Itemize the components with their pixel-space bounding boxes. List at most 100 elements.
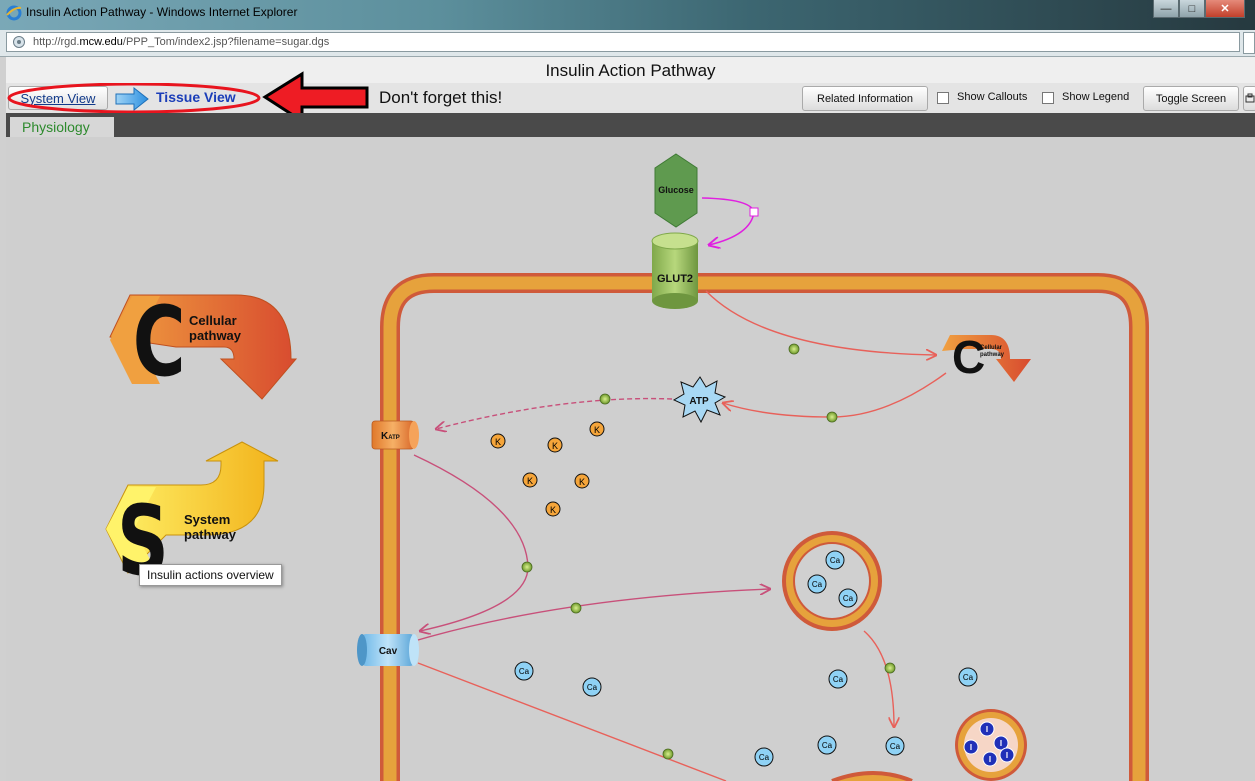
store-to-granule-arrow: [863, 630, 894, 727]
tab-physiology[interactable]: Physiology: [10, 117, 114, 137]
maximize-button[interactable]: □: [1179, 0, 1205, 18]
potassium-ion: K: [547, 437, 563, 453]
svg-text:K: K: [527, 476, 533, 486]
related-information-button[interactable]: Related Information: [802, 86, 928, 111]
tab-bar: Physiology: [6, 113, 1255, 137]
svg-text:Ca: Ca: [822, 741, 833, 750]
svg-text:K: K: [594, 425, 600, 435]
window-titlebar: Insulin Action Pathway - Windows Interne…: [0, 0, 1255, 30]
svg-text:K: K: [550, 505, 556, 515]
cellular-letter: C: [133, 287, 186, 399]
potassium-ion: K: [490, 433, 506, 449]
cav-to-exocytosis-arrow: [417, 662, 727, 781]
address-url: http://rgd.mcw.edu/PPP_Tom/index2.jsp?fi…: [33, 36, 330, 48]
transport-node: [749, 207, 759, 217]
cellular-pathway-link[interactable]: C Cellular pathway: [109, 287, 298, 400]
katp-channel[interactable]: KATP: [371, 420, 419, 450]
metabolism-to-atp-arrow: [723, 372, 947, 418]
minimize-button[interactable]: —: [1153, 0, 1179, 18]
cellular-pathway-small-link[interactable]: C Cellular pathway: [942, 331, 1031, 383]
svg-text:Ca: Ca: [812, 580, 823, 589]
address-bar: http://rgd.mcw.edu/PPP_Tom/index2.jsp?fi…: [0, 30, 1255, 57]
annotation-note: Don't forget this!: [379, 88, 503, 107]
calcium-ion: Ca: [958, 667, 978, 687]
calcium-ion: Ca: [838, 588, 858, 608]
cellular-small-label-line1: Cellular: [980, 345, 1003, 351]
connector-bead: [788, 343, 800, 355]
cellular-small-label-line2: pathway: [980, 352, 1005, 358]
potassium-ion: K: [545, 501, 561, 517]
calcium-ion: Ca: [582, 677, 602, 697]
calcium-ion: Ca: [754, 747, 774, 767]
glut2-transporter[interactable]: GLUT2: [651, 232, 699, 309]
connector-bead: [599, 393, 611, 405]
potassium-ion: K: [574, 473, 590, 489]
insulin-granule[interactable]: I I I I I: [955, 709, 1027, 781]
atp-to-katp-arrow: [436, 397, 673, 429]
close-button[interactable]: ✕: [1205, 0, 1245, 18]
calcium-ion: Ca: [885, 736, 905, 756]
connector-bead: [884, 662, 896, 674]
pathway-canvas: C Cellular pathway S System pathway Gluc…: [6, 137, 1255, 781]
svg-text:K: K: [495, 437, 501, 447]
cav-label: Cav: [379, 646, 398, 657]
tooltip: Insulin actions overview: [139, 564, 282, 586]
potassium-ions: K K K K K K: [490, 421, 605, 517]
cellular-label-line1: Cellular: [189, 313, 237, 328]
cell-membrane: [380, 273, 1149, 781]
print-button[interactable]: [1243, 86, 1255, 111]
connector-bead: [662, 748, 674, 760]
ie-icon: [6, 5, 22, 21]
show-legend-checkbox[interactable]: [1042, 92, 1054, 104]
cellular-label-line2: pathway: [189, 328, 242, 343]
show-callouts-checkbox[interactable]: [937, 92, 949, 104]
calcium-ion: Ca: [825, 550, 845, 570]
calcium-store[interactable]: Ca Ca Ca: [782, 531, 882, 631]
show-callouts-label: Show Callouts: [957, 91, 1028, 103]
insulin-molecule: I: [963, 739, 979, 755]
print-icon: [1245, 93, 1255, 102]
svg-text:Ca: Ca: [833, 675, 844, 684]
connector-bead: [570, 602, 582, 614]
connector-bead: [521, 561, 533, 573]
atp-node[interactable]: ATP: [672, 376, 727, 424]
glucose-transport-arrow: [701, 197, 755, 245]
calcium-ions: Ca Ca Ca Ca Ca Ca Ca: [514, 661, 978, 767]
svg-text:K: K: [552, 441, 558, 451]
calcium-ion: Ca: [807, 574, 827, 594]
address-side-button[interactable]: [1243, 32, 1255, 54]
svg-text:I: I: [989, 755, 991, 764]
svg-text:Ca: Ca: [890, 742, 901, 751]
glucose-label: Glucose: [658, 185, 694, 195]
glucose-to-metabolism-arrow: [705, 290, 936, 355]
potassium-ion: K: [522, 472, 538, 488]
system-label-line2: pathway: [184, 527, 237, 542]
annotation-ellipse: [7, 83, 261, 114]
calcium-ion: Ca: [817, 735, 837, 755]
window-title: Insulin Action Pathway - Windows Interne…: [26, 5, 298, 19]
pathway-diagram: C Cellular pathway S System pathway Gluc…: [105, 153, 1149, 781]
insulin-molecule: I: [979, 721, 995, 737]
app-header: Insulin Action Pathway: [6, 57, 1255, 84]
calcium-ion: Ca: [828, 669, 848, 689]
cav-to-store-arrow: [417, 589, 770, 641]
potassium-ion: K: [589, 421, 605, 437]
svg-text:Ca: Ca: [963, 673, 974, 682]
page-title: Insulin Action Pathway: [545, 61, 716, 80]
insulin-molecule: I: [982, 751, 998, 767]
svg-text:Ca: Ca: [587, 683, 598, 692]
address-field[interactable]: http://rgd.mcw.edu/PPP_Tom/index2.jsp?fi…: [6, 32, 1240, 52]
cav-channel[interactable]: Cav: [357, 634, 419, 666]
toolbar: System View Tissue View Don't forget thi…: [6, 71, 1255, 123]
svg-text:K: K: [579, 477, 585, 487]
svg-text:I: I: [970, 743, 972, 752]
glut2-label: GLUT2: [657, 273, 693, 285]
page-icon: [13, 36, 25, 48]
svg-text:I: I: [1000, 739, 1002, 748]
svg-text:Ca: Ca: [519, 667, 530, 676]
svg-text:I: I: [986, 725, 988, 734]
connector-bead: [826, 411, 838, 423]
show-legend-label: Show Legend: [1062, 91, 1130, 103]
toggle-screen-button[interactable]: Toggle Screen: [1143, 86, 1239, 111]
glucose-node[interactable]: Glucose: [654, 153, 698, 228]
